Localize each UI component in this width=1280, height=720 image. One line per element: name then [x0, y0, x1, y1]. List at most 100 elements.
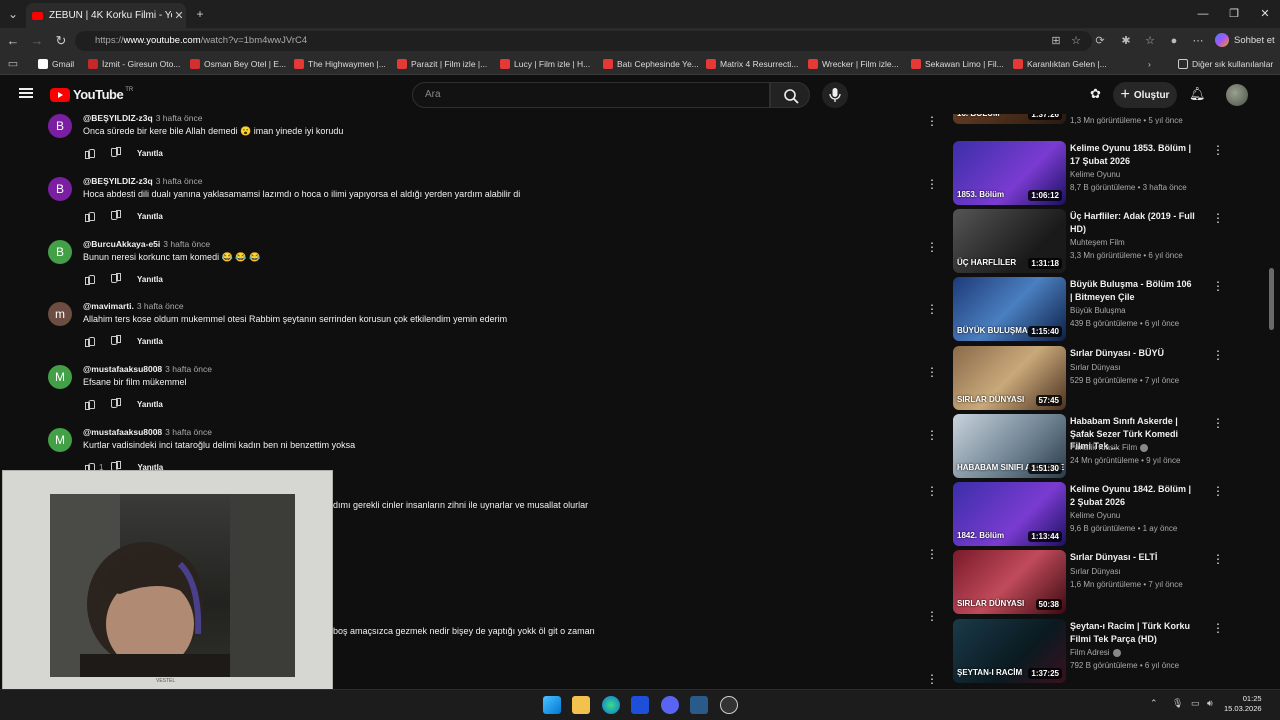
reply-button[interactable]: Yanıtla — [137, 149, 163, 158]
comment-time[interactable]: 3 hafta önce — [163, 239, 210, 249]
forward-arrow-icon[interactable]: → — [28, 32, 46, 50]
steam-icon[interactable] — [690, 696, 708, 714]
tab-close-icon[interactable]: ✕ — [172, 9, 186, 22]
bookmark-item[interactable]: Osman Bey Otel | E... — [190, 57, 286, 71]
related-video-item[interactable]: ÜÇ HARFLİLER 1:31:18 Üç Harfliler: Adak (2… — [953, 209, 1273, 273]
comment-more-actions-icon[interactable]: ⋮ — [926, 365, 938, 379]
new-tab-plus-icon[interactable]: + — [191, 5, 209, 23]
comment-more-actions-icon[interactable]: ⋮ — [926, 177, 938, 191]
comment-avatar[interactable]: M — [48, 365, 72, 389]
refresh-page-icon[interactable]: ⟳ — [1092, 33, 1108, 49]
reply-button[interactable]: Yanıtla — [137, 212, 163, 221]
create-button[interactable]: + Oluştur — [1113, 82, 1177, 108]
thumbs-down-icon[interactable] — [111, 210, 123, 222]
comment-more-actions-icon[interactable]: ⋮ — [926, 428, 938, 442]
bookmarks-overflow-chevron-icon[interactable]: › — [1148, 57, 1151, 71]
comment-more-actions-icon[interactable]: ⋮ — [926, 484, 938, 498]
comment-more-actions-icon[interactable]: ⋮ — [926, 672, 938, 686]
video-title[interactable]: Kelime Oyunu 1853. Bölüm | 17 Şubat 2026 — [1070, 142, 1195, 167]
bookmark-item[interactable]: Lucy | Film izle | H... — [500, 57, 590, 71]
thumbs-down-icon[interactable] — [111, 335, 123, 347]
thumbs-up-icon[interactable] — [83, 147, 95, 159]
thumbs-up-icon[interactable] — [83, 398, 95, 410]
maximize-window-button[interactable]: ❐ — [1219, 4, 1249, 24]
system-clock[interactable]: 01:25 15.03.2026 — [1224, 694, 1262, 714]
reply-button[interactable]: Yanıtla — [137, 400, 163, 409]
comment-author[interactable]: @BEŞYILDIZ-z3q — [83, 113, 153, 123]
copilot-button[interactable]: Sohbet et — [1215, 33, 1275, 47]
channel-name[interactable]: Sırlar Dünyası — [1070, 567, 1121, 576]
channel-name[interactable]: Kelime Oyunu — [1070, 170, 1120, 179]
youtube-create-studio-icon[interactable]: ✿ — [1090, 86, 1106, 102]
profile-icon[interactable]: ● — [1166, 33, 1182, 49]
hamburger-menu-icon[interactable] — [19, 88, 33, 98]
bookmark-item[interactable]: Gmail — [38, 57, 74, 71]
related-video-item[interactable]: 1853. Bölüm 1:06:12 Kelime Oyunu 1853. Böl… — [953, 141, 1273, 205]
tray-overflow-chevron-icon[interactable]: ⌃ — [1150, 698, 1158, 709]
file-explorer-icon[interactable] — [572, 696, 590, 714]
reply-button[interactable]: Yanıtla — [137, 337, 163, 346]
extensions-icon[interactable]: ✱ — [1118, 33, 1134, 49]
channel-name[interactable]: Muhteşem Film — [1070, 238, 1125, 247]
sidebar-toggle-icon[interactable]: ▭ — [5, 56, 21, 72]
channel-name[interactable]: Film Adresi — [1070, 648, 1121, 657]
thumbs-down-icon[interactable] — [111, 398, 123, 410]
comment-more-actions-icon[interactable]: ⋮ — [926, 302, 938, 316]
video-thumbnail[interactable]: ÜÇ HARFLİLER 1:31:18 — [953, 209, 1066, 273]
related-video-item[interactable]: 1842. Bölüm 1:13:44 Kelime Oyunu 1842. Böl… — [953, 482, 1273, 546]
video-thumbnail[interactable]: 1842. Bölüm 1:13:44 — [953, 482, 1066, 546]
tab-list-chevron-icon[interactable]: ⌄ — [4, 5, 22, 23]
youtube-logo[interactable]: YouTube TR — [50, 87, 133, 102]
thumbs-down-icon[interactable] — [111, 147, 123, 159]
comment-author[interactable]: @BurcuAkkaya-e5i — [83, 239, 160, 249]
settings-gear-icon[interactable] — [720, 696, 738, 714]
related-video-item[interactable]: HABABAM SINIFI ASKERDE 1:51:30 Hababam Sın… — [953, 414, 1273, 478]
video-more-actions-icon[interactable]: ⋮ — [1212, 484, 1224, 498]
video-thumbnail[interactable]: ŞEYTAN-I RACİM 1:37:25 — [953, 619, 1066, 683]
comment-avatar[interactable]: B — [48, 114, 72, 138]
comment-time[interactable]: 3 hafta önce — [165, 364, 212, 374]
thumbs-up-icon[interactable] — [83, 273, 95, 285]
comment-more-actions-icon[interactable]: ⋮ — [926, 609, 938, 623]
notifications-bell-icon[interactable]: 🔔︎ — [1189, 86, 1206, 102]
app-icon[interactable] — [631, 696, 649, 714]
channel-name[interactable]: Sırlar Dünyası — [1070, 363, 1121, 372]
favorites-icon[interactable]: ☆ — [1142, 33, 1158, 49]
related-video-item[interactable]: BÜYÜK BULUŞMA 1:15:40 Büyük Buluşma - Bölü… — [953, 277, 1273, 341]
bookmark-item[interactable]: Batı Cephesinde Ye... — [603, 57, 699, 71]
video-thumbnail[interactable]: SIRLAR DÜNYASI 50:38 — [953, 550, 1066, 614]
related-video-item[interactable]: SIRLAR DÜNYASI 57:45 Sırlar Dünyası - BÜYÜ… — [953, 346, 1273, 410]
volume-icon[interactable]: 🔊︎ — [1207, 698, 1213, 709]
microphone-tray-icon[interactable]: 🎙︎ — [1172, 698, 1183, 709]
bookmark-item[interactable]: Wrecker | Film izle... — [808, 57, 899, 71]
video-thumbnail[interactable]: HABABAM SINIFI ASKERDE 1:51:30 — [953, 414, 1066, 478]
channel-name[interactable]: Kelime Oyunu — [1070, 511, 1120, 520]
bookmark-item[interactable]: Matrix 4 Resurrecti... — [706, 57, 798, 71]
thumbs-up-icon[interactable] — [83, 335, 95, 347]
account-avatar[interactable] — [1226, 84, 1248, 106]
video-more-actions-icon[interactable]: ⋮ — [1212, 621, 1224, 635]
video-more-actions-icon[interactable]: ⋮ — [1212, 279, 1224, 293]
comment-avatar[interactable]: M — [48, 428, 72, 452]
video-more-actions-icon[interactable]: ⋮ — [1212, 416, 1224, 430]
comment-time[interactable]: 3 hafta önce — [156, 113, 203, 123]
video-title[interactable]: Büyük Buluşma - Bölüm 106 | Bitmeyen Çil… — [1070, 278, 1195, 303]
search-button[interactable] — [770, 82, 810, 108]
video-more-actions-icon[interactable]: ⋮ — [1212, 348, 1224, 362]
voice-search-button[interactable] — [822, 82, 848, 108]
bookmark-item[interactable]: Karanlıktan Gelen |... — [1013, 57, 1107, 71]
comment-more-actions-icon[interactable]: ⋮ — [926, 240, 938, 254]
comment-author[interactable]: @BEŞYILDIZ-z3q — [83, 176, 153, 186]
channel-name[interactable]: Fanatik Klasik Film — [1070, 443, 1149, 452]
comment-time[interactable]: 3 hafta önce — [165, 427, 212, 437]
search-input[interactable]: Ara — [412, 82, 770, 108]
browser-tab-active[interactable]: ZEBUN | 4K Korku Filmi - YouTube ✕ — [26, 3, 186, 28]
comment-avatar[interactable]: m — [48, 302, 72, 326]
video-title[interactable]: Üç Harfliler: Adak (2019 - Full HD) — [1070, 210, 1195, 235]
reload-icon[interactable]: ↻ — [52, 32, 70, 50]
windows-start-icon[interactable] — [543, 696, 561, 714]
video-title[interactable]: Sırlar Dünyası - ELTİ — [1070, 551, 1195, 564]
bookmark-item[interactable]: Sekawan Limo | Fil... — [911, 57, 1004, 71]
video-more-actions-icon[interactable]: ⋮ — [1212, 552, 1224, 566]
video-title[interactable]: Sırlar Dünyası - BÜYÜ — [1070, 347, 1195, 360]
